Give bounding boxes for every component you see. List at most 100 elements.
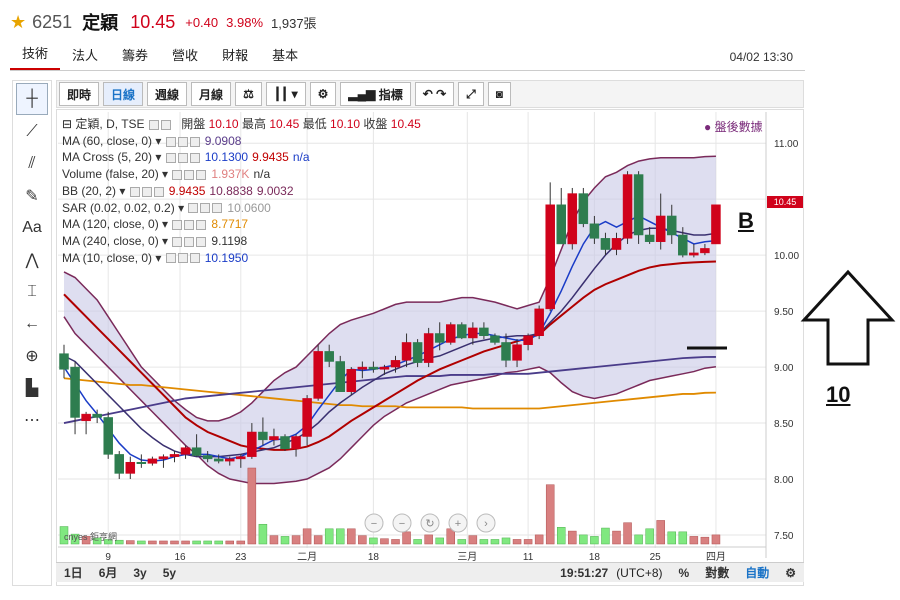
candle-body [236,456,246,460]
legend-eye-icon[interactable] [129,186,140,197]
clock-time: 19:51:27 [560,565,609,580]
candle-body [368,366,379,370]
candle-body [412,342,423,363]
legend-settings-icon[interactable] [160,119,171,130]
legend-eye-icon[interactable] [172,220,183,231]
log-toggle[interactable]: 對數 [697,564,737,581]
candle-body [92,413,102,418]
legend-eye-icon[interactable] [165,153,176,164]
zoom-control-icon: + [455,518,461,530]
legend-remove-icon[interactable] [212,203,223,214]
range-1d[interactable]: 1日 [56,564,91,581]
legend-settings-icon[interactable] [177,136,188,147]
legend-settings-icon[interactable] [177,253,188,264]
legend-remove-icon[interactable] [196,236,207,247]
legend-eye-icon[interactable] [165,253,176,264]
volume-bar [247,467,257,545]
legend-settings-icon[interactable] [141,186,152,197]
volume-bar [170,540,179,545]
y-tick-label: 7.50 [774,531,794,542]
price-chart[interactable]: 11.0010.5010.009.509.008.508.007.50 9162… [0,0,900,600]
legend-eye-icon[interactable] [165,136,176,147]
legend-remove-icon[interactable] [196,220,207,231]
volume-bar [634,534,643,545]
volume-bar [656,520,665,545]
scale-settings-icon[interactable]: ⚙ [777,566,804,580]
legend-row-label: MA (60, close, 0) ▾ [62,133,165,148]
up-arrow-icon [800,269,896,366]
legend-title-row: ⊟ 定穎, D, TSE 開盤 10.10 最高 10.45 最低 10.10 … [62,116,421,133]
volume-bar [523,539,533,545]
legend-remove-icon[interactable] [153,186,164,197]
volume-bar [291,535,301,545]
volume-bar [711,534,721,545]
volume-bar [391,539,400,545]
volume-bar [490,539,500,545]
legend-remove-icon[interactable] [189,153,200,164]
candle-body [158,456,169,460]
candle-body [479,327,489,336]
legend-title: 定穎, D, TSE [75,117,145,131]
candle-body [655,215,666,242]
legend-value: 10.1300 [204,150,249,165]
legend-settings-icon[interactable] [184,236,195,247]
volume-bar [545,484,555,545]
legend-row-label: MA (10, close, 0) ▾ [62,250,165,265]
collapse-icon[interactable]: ⊟ [62,117,72,131]
candle-body [180,447,191,455]
candle-body [81,413,91,422]
legend-eye-icon[interactable] [172,236,183,247]
legend-value: 10.8838 [209,183,253,198]
legend-value: n/a [253,167,271,182]
volume-bar [181,540,190,545]
last-price-tag: 10.45 [767,196,803,208]
legend-remove-icon[interactable] [189,136,200,147]
candle-body [225,458,235,462]
range-6m[interactable]: 6月 [91,564,126,581]
percent-toggle[interactable]: % [671,566,698,580]
range-5y[interactable]: 5y [155,566,184,580]
legend-settings-icon[interactable] [184,169,195,180]
legend-eye-icon[interactable] [148,119,159,130]
legend-eye-icon[interactable] [188,203,199,214]
candle-body [490,335,500,343]
candle-body [523,335,533,345]
range-bar: 1日 6月 3y 5y 19:51:27 (UTC+8) % 對數 自動 ⚙ [56,562,804,582]
volume-bar [568,530,577,545]
candle-body [335,361,345,392]
legend-rows: MA (60, close, 0) ▾ 9.0908 MA Cross (5, 2… [62,133,421,267]
legend-value: 9.0032 [256,183,294,198]
candle-body [324,351,334,362]
candle-body [667,215,677,236]
legend-settings-icon[interactable] [177,153,188,164]
ohlc-low-label: 最低 [302,117,327,131]
legend-row-label: MA Cross (5, 20) ▾ [62,150,165,165]
zoom-control-icon: ↻ [425,518,434,530]
volume-bar [413,539,422,545]
volume-bar [435,537,444,545]
candle-body [247,431,257,457]
legend-remove-icon[interactable] [196,169,207,180]
legend-remove-icon[interactable] [189,253,200,264]
volume-bar [689,536,699,545]
volume-bar [258,523,268,545]
volume-bar [214,540,223,545]
volume-bar [534,534,544,545]
auto-toggle[interactable]: 自動 [737,564,777,581]
legend-settings-icon[interactable] [200,203,211,214]
candle-body [633,174,644,236]
zoom-control-icon: − [399,518,405,530]
candle-body [191,447,202,456]
volume-bar [336,528,345,545]
legend-eye-icon[interactable] [172,169,183,180]
range-3y[interactable]: 3y [125,566,154,580]
candle-body [346,369,357,392]
after-hours-link[interactable]: ● 盤後數據 [704,118,763,135]
volume-bar [280,536,290,545]
volume-bar [557,527,566,545]
legend-row-label: Volume (false, 20) ▾ [62,167,172,182]
legend-value: 9.0908 [204,133,242,148]
cnyes-logo: cnyes 鉅亨網 [64,531,117,542]
legend-settings-icon[interactable] [184,220,195,231]
candle-body [401,342,412,361]
